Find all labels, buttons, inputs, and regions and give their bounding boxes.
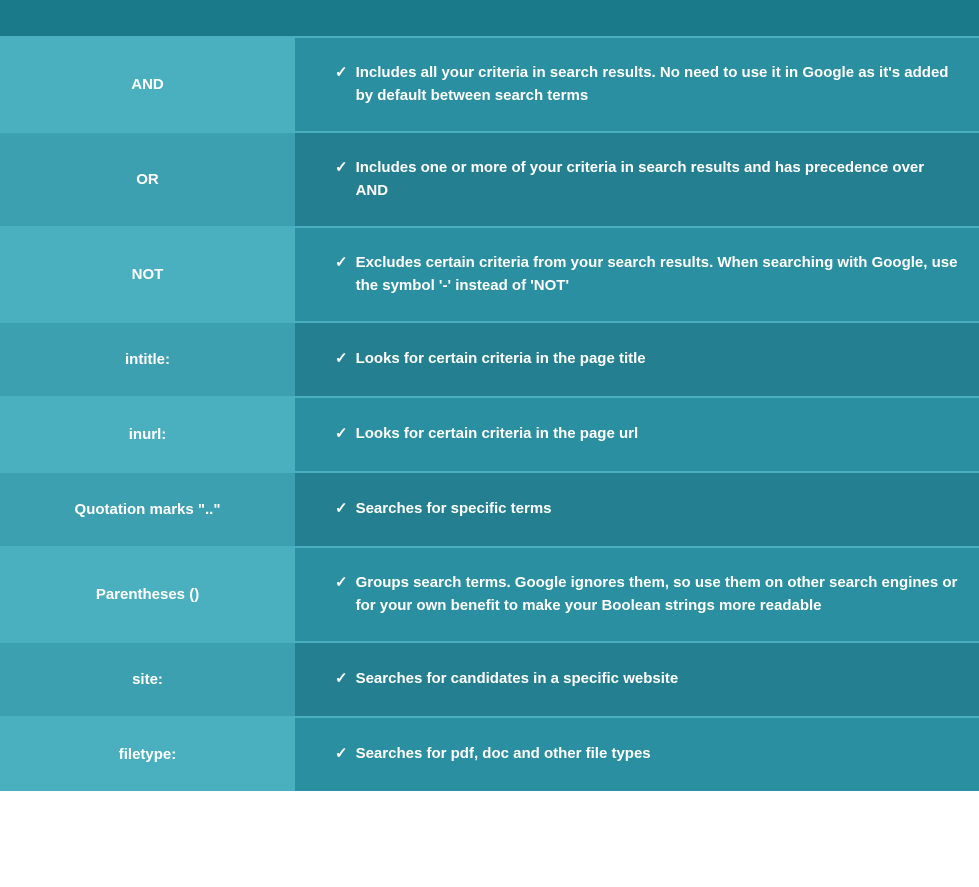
header-use <box>295 0 979 36</box>
term-label: intitle: <box>125 351 170 368</box>
cell-use-inner: ✓ Groups search terms. Google ignores th… <box>335 572 959 617</box>
term-label: Quotation marks ".."​ <box>75 501 221 518</box>
use-text: Includes all your criteria in search res… <box>356 62 959 107</box>
term-label: NOT <box>132 266 164 283</box>
use-text: Searches for candidates in a specific we… <box>356 668 679 691</box>
cell-use-inner: ✓ Searches for pdf, doc and other file t… <box>335 743 651 766</box>
use-text: Excludes certain criteria from your sear… <box>356 252 959 297</box>
use-text: Includes one or more of your criteria in… <box>356 157 959 202</box>
term-label: site: <box>132 671 163 688</box>
cell-use: ✓ Looks for certain criteria in the page… <box>295 398 979 471</box>
table-header <box>0 0 979 36</box>
table-row: Parentheses () ✓ Groups search terms. Go… <box>0 546 979 641</box>
table-row: filetype: ✓ Searches for pdf, doc and ot… <box>0 716 979 791</box>
checkmark-icon: ✓ <box>335 253 348 271</box>
term-label: OR <box>136 171 159 188</box>
table-row: OR ✓ Includes one or more of your criter… <box>0 131 979 226</box>
term-label: filetype: <box>119 746 177 763</box>
checkmark-icon: ✓ <box>335 573 348 591</box>
cell-use: ✓ Excludes certain criteria from your se… <box>295 228 979 321</box>
cell-use: ✓ Includes all your criteria in search r… <box>295 38 979 131</box>
table-body: AND ✓ Includes all your criteria in sear… <box>0 36 979 791</box>
use-text: Searches for pdf, doc and other file typ… <box>356 743 651 766</box>
cell-term: OR <box>0 133 295 226</box>
cell-use-inner: ✓ Searches for specific terms <box>335 498 552 521</box>
cell-term: inurl: <box>0 398 295 471</box>
table-row: AND ✓ Includes all your criteria in sear… <box>0 36 979 131</box>
cell-term: NOT <box>0 228 295 321</box>
table-row: site: ✓ Searches for candidates in a spe… <box>0 641 979 716</box>
term-label: inurl: <box>129 426 167 443</box>
header-boolean-terms <box>0 0 295 36</box>
checkmark-icon: ✓ <box>335 424 348 442</box>
cell-use: ✓ Looks for certain criteria in the page… <box>295 323 979 396</box>
cell-use: ✓ Searches for candidates in a specific … <box>295 643 979 716</box>
table-row: inurl: ✓ Looks for certain criteria in t… <box>0 396 979 471</box>
table-row: Quotation marks ".."​ ✓ Searches for spe… <box>0 471 979 546</box>
boolean-table: AND ✓ Includes all your criteria in sear… <box>0 0 979 791</box>
checkmark-icon: ✓ <box>335 63 348 81</box>
table-row: intitle: ✓ Looks for certain criteria in… <box>0 321 979 396</box>
checkmark-icon: ✓ <box>335 158 348 176</box>
checkmark-icon: ✓ <box>335 499 348 517</box>
cell-use-inner: ✓ Looks for certain criteria in the page… <box>335 423 638 446</box>
cell-use-inner: ✓ Excludes certain criteria from your se… <box>335 252 959 297</box>
table-row: NOT ✓ Excludes certain criteria from you… <box>0 226 979 321</box>
term-label: AND <box>131 76 164 93</box>
term-label: Parentheses () <box>96 586 199 603</box>
use-text: Groups search terms. Google ignores them… <box>356 572 959 617</box>
cell-term: site: <box>0 643 295 716</box>
cell-term: filetype: <box>0 718 295 791</box>
cell-use: ✓ Includes one or more of your criteria … <box>295 133 979 226</box>
cell-use-inner: ✓ Includes one or more of your criteria … <box>335 157 959 202</box>
use-text: Searches for specific terms <box>356 498 552 521</box>
cell-term: Quotation marks ".."​ <box>0 473 295 546</box>
use-text: Looks for certain criteria in the page t… <box>356 348 646 371</box>
cell-use: ✓ Searches for pdf, doc and other file t… <box>295 718 979 791</box>
cell-use: ✓ Groups search terms. Google ignores th… <box>295 548 979 641</box>
cell-use-inner: ✓ Searches for candidates in a specific … <box>335 668 678 691</box>
cell-use-inner: ✓ Looks for certain criteria in the page… <box>335 348 646 371</box>
use-text: Looks for certain criteria in the page u… <box>356 423 639 446</box>
cell-term: AND <box>0 38 295 131</box>
checkmark-icon: ✓ <box>335 744 348 762</box>
checkmark-icon: ✓ <box>335 669 348 687</box>
cell-term: intitle: <box>0 323 295 396</box>
checkmark-icon: ✓ <box>335 349 348 367</box>
cell-use-inner: ✓ Includes all your criteria in search r… <box>335 62 959 107</box>
cell-term: Parentheses () <box>0 548 295 641</box>
cell-use: ✓ Searches for specific terms <box>295 473 979 546</box>
